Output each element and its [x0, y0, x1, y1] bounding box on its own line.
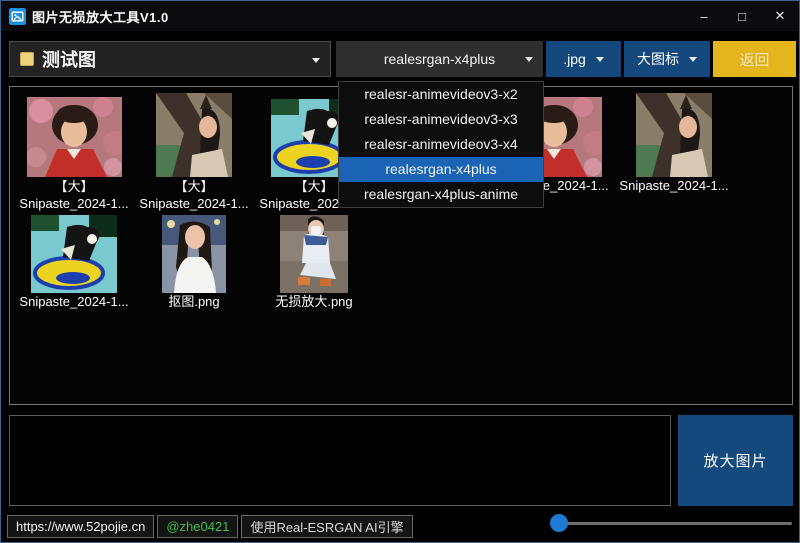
back-button-label: 返回	[739, 49, 769, 70]
model-dropdown-list: realesr-animevideov3-x2realesr-animevide…	[338, 81, 544, 208]
chevron-down-icon	[312, 58, 320, 63]
enlarge-image-button[interactable]: 放大图片	[678, 415, 793, 506]
output-textbox[interactable]	[9, 415, 671, 506]
file-label: Snipaste_2024-1...	[139, 196, 248, 212]
file-thumbnail	[636, 90, 712, 177]
app-logo-icon	[9, 8, 26, 25]
status-bar: https://www.52pojie.cn @zhe0421 使用Real-E…	[1, 510, 799, 543]
file-label: Snipaste_2024-1...	[19, 196, 128, 212]
file-label: 抠图.png	[168, 294, 219, 310]
minimize-button[interactable]: –	[685, 1, 723, 31]
zoom-slider-thumb[interactable]	[550, 514, 568, 532]
zoom-slider-track[interactable]	[559, 522, 792, 525]
file-tag: 【大】	[174, 179, 213, 195]
chevron-down-icon	[689, 57, 697, 62]
file-thumbnail	[162, 216, 226, 293]
model-option[interactable]: realesr-animevideov3-x3	[339, 107, 543, 132]
title-bar: 图片无损放大工具V1.0 – □ ✕	[1, 1, 799, 31]
model-option[interactable]: realesr-animevideov3-x2	[339, 82, 543, 107]
view-mode-value: 大图标	[637, 49, 679, 69]
author-link[interactable]: @zhe0421	[157, 515, 238, 538]
folder-select[interactable]: 测试图	[9, 41, 331, 77]
model-select[interactable]: realesrgan-x4plus	[336, 41, 543, 77]
file-item[interactable]: 【大】Snipaste_2024-1...	[134, 90, 254, 212]
window-title: 图片无损放大工具V1.0	[32, 7, 169, 26]
file-item[interactable]: 抠图.png	[134, 216, 254, 310]
file-item[interactable]: 无损放大.png	[254, 216, 374, 310]
format-select[interactable]: .jpg	[546, 41, 621, 77]
file-thumbnail	[31, 216, 117, 293]
file-label: Snipaste_2024-1...	[19, 294, 128, 310]
file-label: 无损放大.png	[275, 294, 352, 310]
couch-photo-thumbnail-icon	[280, 215, 348, 293]
chevron-down-icon	[525, 57, 533, 62]
format-select-value: .jpg	[563, 51, 586, 67]
model-option[interactable]: realesr-animevideov3-x4	[339, 132, 543, 157]
back-button[interactable]: 返回	[713, 41, 796, 77]
file-item[interactable]: Snipaste_2024-1...	[614, 90, 734, 194]
app-window: 图片无损放大工具V1.0 – □ ✕ 测试图 realesrgan-x4plus…	[0, 0, 800, 543]
file-thumbnail	[156, 90, 232, 177]
chevron-down-icon	[596, 57, 604, 62]
enlarge-image-label: 放大图片	[703, 450, 767, 471]
close-button[interactable]: ✕	[761, 1, 799, 31]
portrait-photo-thumbnail-icon	[162, 215, 226, 293]
file-tag: 【大】	[54, 179, 93, 195]
file-tag: 【大】	[294, 179, 333, 195]
model-select-value: realesrgan-x4plus	[384, 51, 495, 67]
file-thumbnail	[280, 216, 348, 293]
outdoor-photo-thumbnail-icon	[636, 93, 712, 177]
file-thumbnail	[27, 90, 122, 177]
folder-icon	[20, 52, 34, 66]
folder-select-value: 测试图	[42, 46, 96, 72]
cartoon-thumbnail-icon	[31, 215, 117, 293]
vintage-photo-thumbnail-icon	[27, 97, 122, 177]
file-label: Snipaste_2024-1...	[619, 178, 728, 194]
outdoor-photo-thumbnail-icon	[156, 93, 232, 177]
model-option[interactable]: realesrgan-x4plus-anime	[339, 182, 543, 207]
file-item[interactable]: Snipaste_2024-1...	[14, 216, 134, 310]
model-option[interactable]: realesrgan-x4plus	[339, 157, 543, 182]
maximize-button[interactable]: □	[723, 1, 761, 31]
view-mode-select[interactable]: 大图标	[624, 41, 710, 77]
website-link[interactable]: https://www.52pojie.cn	[7, 515, 154, 538]
engine-label: 使用Real-ESRGAN AI引擎	[241, 515, 412, 538]
file-item[interactable]: 【大】Snipaste_2024-1...	[14, 90, 134, 212]
